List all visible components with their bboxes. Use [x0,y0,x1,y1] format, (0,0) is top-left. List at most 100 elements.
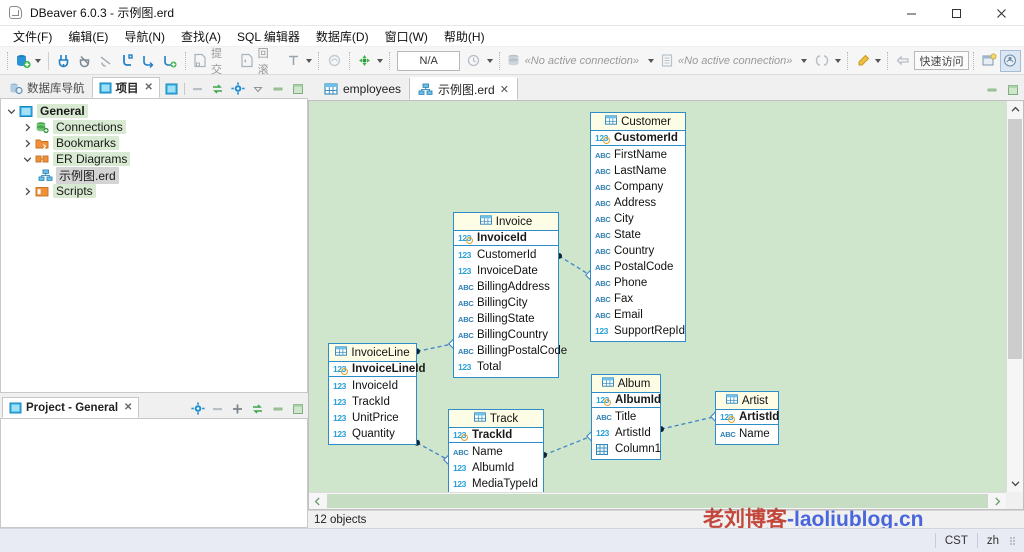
transaction-log-dropdown-icon[interactable] [304,50,314,71]
sync-icon[interactable] [210,81,225,96]
menu-database[interactable]: 数据库(D) [308,26,377,47]
entity-column-row[interactable]: Column1 [592,441,661,457]
tab-projects[interactable]: 项目 ✕ [91,77,160,98]
invalidate-icon[interactable] [96,50,115,71]
entity-column-row[interactable]: ABC LastName [591,163,685,179]
editor-tab-erd[interactable]: 示例图.erd ✕ [409,77,518,100]
sql-processor-dropdown-icon[interactable] [833,50,843,71]
twisty-collapsed-icon[interactable] [21,183,34,199]
commit-icon[interactable] [191,50,210,71]
configure-icon[interactable] [230,81,245,96]
entity-column-row[interactable]: 123 Quantity [329,426,416,442]
entity-track[interactable]: Track 123 TrackId ABC Name 123 AlbumId 123 Media… [448,409,544,492]
entity-column-row[interactable]: ABC Company [591,179,685,195]
entity-column-row[interactable]: 123 TrackId [329,394,416,410]
scroll-up-icon[interactable] [1007,101,1023,118]
relation-invoice-customer[interactable] [558,255,591,276]
menu-edit[interactable]: 编辑(E) [60,26,116,47]
menu-search[interactable]: 查找(A) [173,26,229,47]
entity-primary-key-row[interactable]: 123 InvoiceId [454,231,558,246]
entity-invoice[interactable]: Invoice 123 InvoiceId 123 CustomerId 123 Invoi… [453,212,567,378]
menu-window[interactable]: 窗口(W) [377,26,436,47]
connection-dropdown-icon-1[interactable] [645,50,656,71]
entity-column-row[interactable]: ABC PostalCode [591,259,685,275]
entity-column-row[interactable]: 123 AlbumId [449,460,543,476]
entity-column-row[interactable]: 123 CustomerId [454,247,558,263]
relation-album-artist[interactable] [660,416,716,430]
entity-artist[interactable]: Artist 123 ArtistId ABC Name [715,391,779,445]
relation-invoiceline-invoice[interactable] [416,343,454,353]
refresh-icon[interactable] [464,50,483,71]
entity-primary-key-row[interactable]: 123 TrackId [449,428,543,443]
entity-column-row[interactable]: ABC Fax [591,291,685,307]
tree-item-er-diagrams[interactable]: ER Diagrams [5,151,307,167]
minimize-editor-icon[interactable] [984,82,999,97]
entity-column-row[interactable]: ABC City [591,211,685,227]
entity-column-row[interactable]: 123 SupportRepId [591,323,685,339]
scroll-left-icon[interactable] [309,493,326,509]
connection-dropdown-icon-2[interactable] [798,50,809,71]
database-icon[interactable] [355,50,374,71]
entity-primary-key-row[interactable]: 123 CustomerId [591,131,685,146]
entity-column-row[interactable]: ABC Name [716,426,778,442]
entity-column-row[interactable]: 123 UnitPrice [329,410,416,426]
entity-column-row[interactable]: ABC FirstName [591,147,685,163]
entity-column-row[interactable]: ABC BillingPostalCode [454,343,567,359]
transaction-mode-icon[interactable] [118,50,137,71]
pending-icon[interactable] [324,50,343,71]
menu-help[interactable]: 帮助(H) [436,26,493,47]
database-dropdown-icon[interactable] [375,50,385,71]
view-menu-icon[interactable] [250,81,265,96]
highlight-dropdown-icon[interactable] [873,50,883,71]
highlight-icon[interactable] [853,50,872,71]
menu-file[interactable]: 文件(F) [5,26,60,47]
maximize-icon[interactable] [290,401,305,416]
sql-processor-icon[interactable] [812,50,831,71]
menu-navigate[interactable]: 导航(N) [116,26,173,47]
entity-column-row[interactable]: ABC Email [591,307,685,323]
active-schema-value[interactable]: N/A [397,50,461,71]
tree-item-bookmarks[interactable]: Bookmarks [5,135,307,151]
tab-project-general[interactable]: Project - General ✕ [2,397,140,418]
entity-column-row[interactable]: 123 Total [454,359,558,375]
entity-column-row[interactable]: 123 InvoiceId [329,378,416,394]
entity-column-row[interactable]: ABC BillingState [454,311,558,327]
minimize-icon[interactable] [270,401,285,416]
sync-icon[interactable] [250,401,265,416]
entity-column-row[interactable]: 123 InvoiceDate [454,263,558,279]
entity-primary-key-row[interactable]: 123 ArtistId [716,410,779,425]
commit-mode-icon[interactable] [139,50,158,71]
tree-item-connections[interactable]: Connections [5,119,307,135]
minimize-icon[interactable] [270,81,285,96]
connect-icon[interactable] [54,50,73,71]
relation-invoiceline-track[interactable] [416,442,449,461]
entity-column-row[interactable]: ABC Title [592,409,660,425]
entity-primary-key-row[interactable]: 123 AlbumId [592,393,661,408]
editor-tab-erd-close-icon[interactable]: ✕ [500,83,509,96]
tree-item-scripts[interactable]: Scripts [5,183,307,199]
entity-album[interactable]: Album 123 AlbumId ABC Title 123 ArtistId Column… [591,374,661,460]
twisty-collapsed-icon[interactable] [21,119,34,135]
entity-column-row[interactable]: ABC BillingAddress [454,279,558,295]
new-connection-dropdown-icon[interactable] [33,50,43,71]
disconnect-icon[interactable] [75,50,94,71]
tab-projects-close-icon[interactable]: ✕ [145,82,153,93]
entity-invoiceline[interactable]: InvoiceLine 123 InvoiceLineId 123 InvoiceId 1… [328,343,426,445]
open-perspective-button[interactable] [978,50,999,72]
twisty-collapsed-icon[interactable] [21,135,34,151]
new-connection-icon[interactable] [13,50,32,71]
menu-sql-editor[interactable]: SQL 编辑器 [229,26,308,47]
quick-access-input[interactable]: 快速访问 [913,51,970,70]
commit-label[interactable]: 提交 [211,45,231,77]
transaction-log-icon[interactable] [284,50,303,71]
link-with-editor-icon[interactable] [164,81,179,96]
maximize-button[interactable] [934,0,979,26]
maximize-icon[interactable] [290,81,305,96]
entity-column-row[interactable]: ABC BillingCity [454,295,558,311]
close-button[interactable] [979,0,1024,26]
minimize-button[interactable] [889,0,934,26]
entity-column-row[interactable]: ABC BillingCountry [454,327,558,343]
rollback-icon[interactable] [237,50,256,71]
scroll-right-icon[interactable] [989,493,1006,509]
canvas-vertical-scrollbar[interactable] [1006,101,1023,492]
